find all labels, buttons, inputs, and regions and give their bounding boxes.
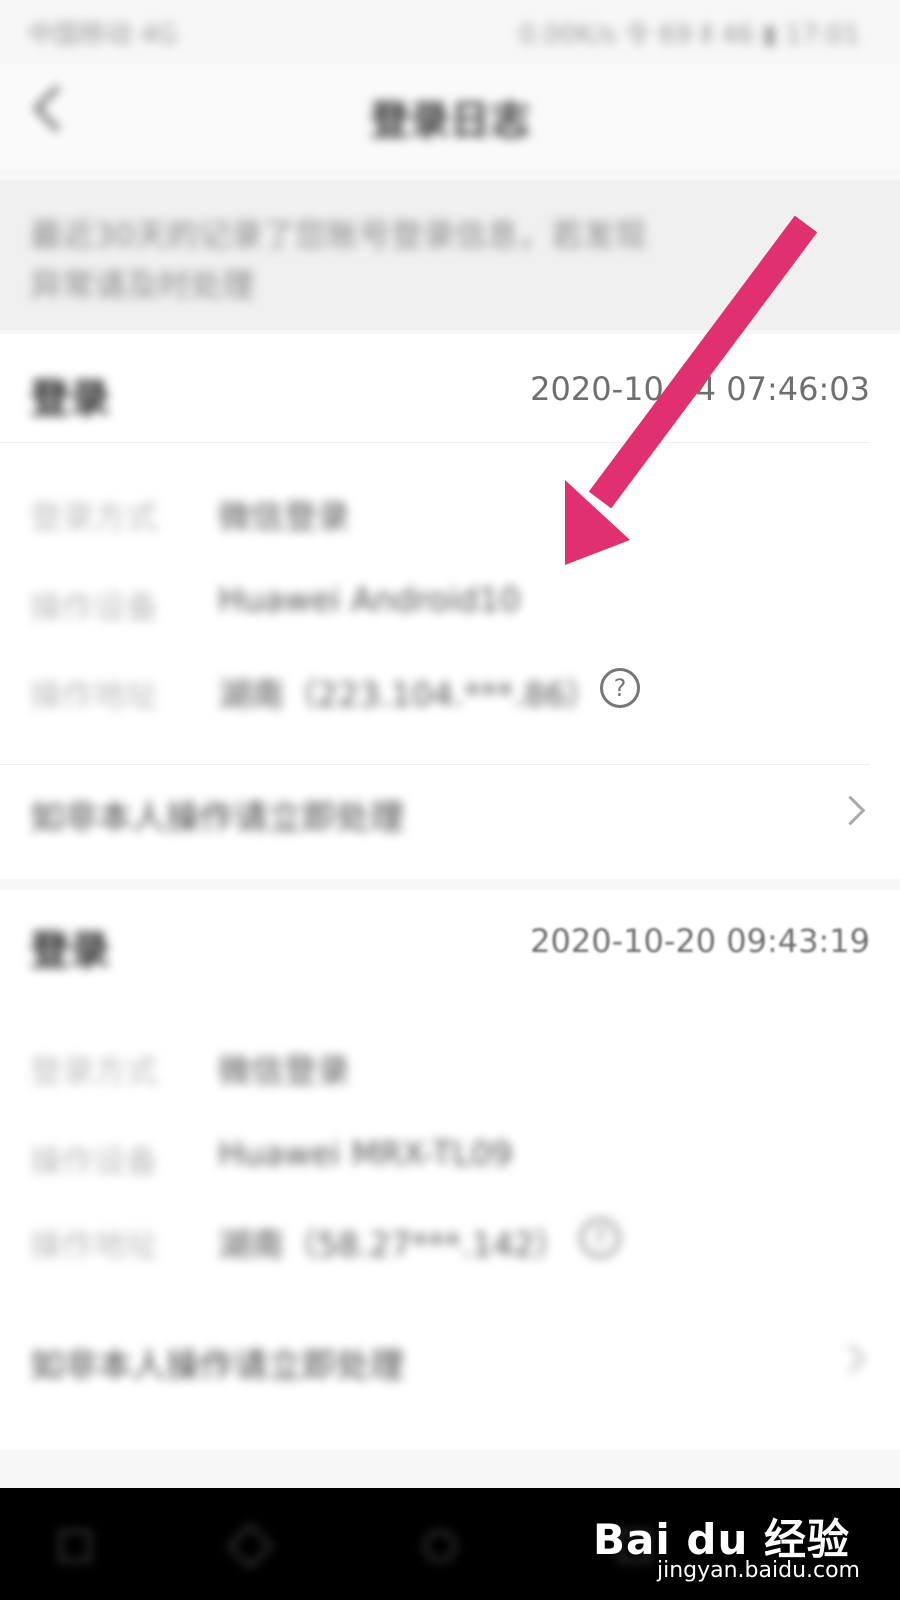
row-label: 登录方式 xyxy=(30,1052,159,1090)
status-bar: 中国移动 4G 0.00K/s 令 69 Ⅱ 46 ▮ 17:01 xyxy=(0,0,900,64)
row-label: 操作地址 xyxy=(30,676,159,714)
menu-icon[interactable] xyxy=(45,1518,105,1568)
help-icon[interactable]: ? xyxy=(600,668,640,708)
login-record-card: 登录 2020-10-04 07:46:03 登录方式 微信登录 操作设备 Hu… xyxy=(0,334,900,879)
record-type: 登录 xyxy=(30,376,110,422)
row-label: 操作地址 xyxy=(30,1226,159,1264)
carrier-text: 中国移动 4G xyxy=(28,20,177,50)
help-icon[interactable]: ? xyxy=(580,1218,620,1258)
page-title: 登录日志 xyxy=(370,98,530,144)
notice-line-1: 最近30天的记录了您账号登录信息，若发现 xyxy=(30,216,647,254)
login-record-card: 登录 2020-10-20 09:43:19 登录方式 微信登录 操作设备 Hu… xyxy=(0,890,900,1450)
address-value: 湖南（58.27***.142） xyxy=(218,1225,568,1264)
device-value: Huawei MRX-TL09 xyxy=(218,1134,513,1173)
back-nav-icon[interactable] xyxy=(220,1518,280,1569)
row-label: 操作设备 xyxy=(30,588,159,626)
info-notice: 最近30天的记录了您账号登录信息，若发现 异常请及时处理 xyxy=(0,180,900,330)
row-label: 操作设备 xyxy=(30,1142,159,1180)
chevron-right-icon[interactable] xyxy=(835,1343,866,1374)
record-type: 登录 xyxy=(30,928,110,974)
chevron-right-icon[interactable] xyxy=(835,795,866,826)
login-method-value: 微信登录 xyxy=(218,497,350,536)
home-icon[interactable] xyxy=(410,1518,470,1568)
report-link[interactable]: 如非本人操作请立即处理 xyxy=(30,1338,404,1387)
notice-line-2: 异常请及时处理 xyxy=(30,266,255,304)
row-label: 登录方式 xyxy=(30,498,159,536)
record-time: 2020-10-20 09:43:19 xyxy=(530,922,870,960)
report-link[interactable]: 如非本人操作请立即处理 xyxy=(30,790,404,839)
record-time: 2020-10-04 07:46:03 xyxy=(530,370,870,408)
divider xyxy=(0,442,870,443)
address-value: 湖南（223.104.***.86） xyxy=(218,675,599,714)
login-method-value: 微信登录 xyxy=(218,1051,350,1090)
app-header: 登录日志 xyxy=(0,64,900,170)
divider xyxy=(0,764,870,765)
device-value: Huawei Android10 xyxy=(218,580,521,619)
status-indicators: 0.00K/s 令 69 Ⅱ 46 ▮ 17:01 xyxy=(518,20,860,50)
watermark-site: jingyan.baidu.com xyxy=(656,1558,860,1583)
